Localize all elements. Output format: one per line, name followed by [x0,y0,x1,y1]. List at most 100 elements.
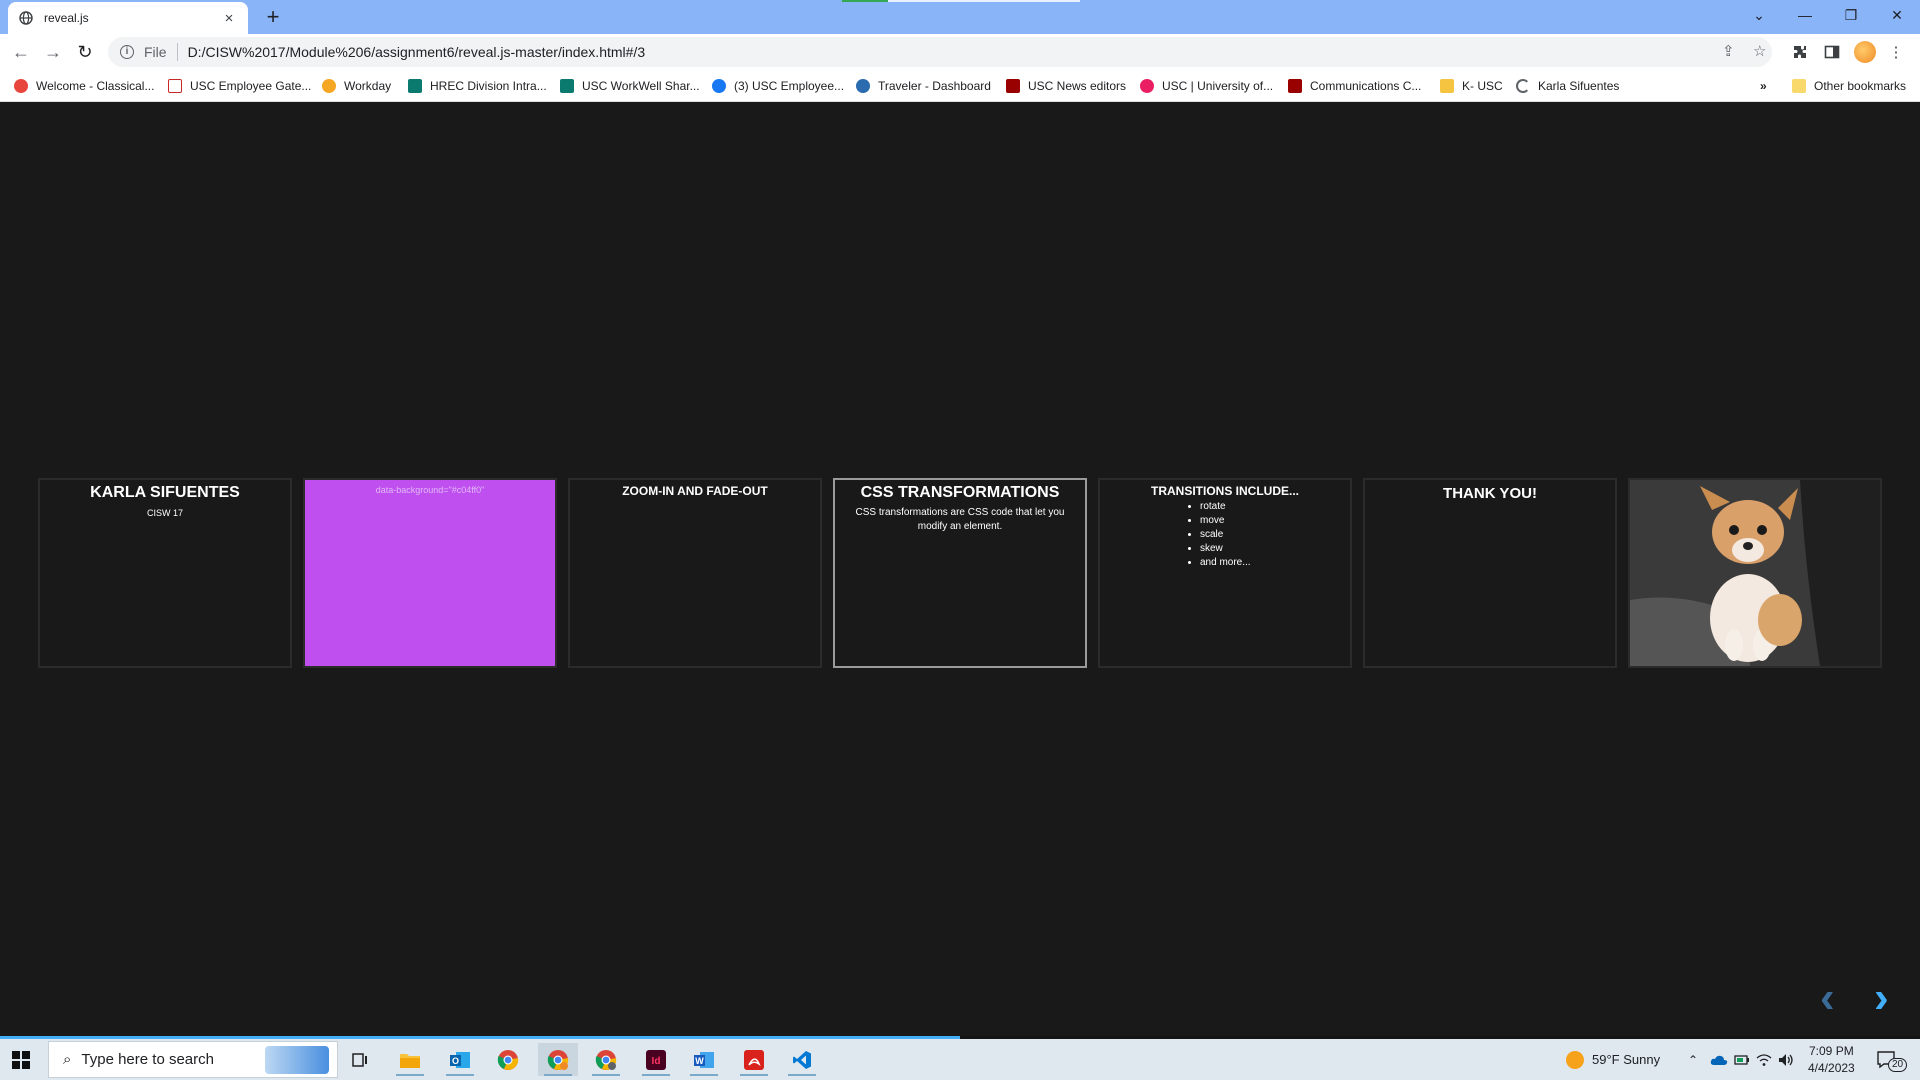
taskbar-search-box[interactable]: ⌕ Type here to search [48,1041,338,1078]
bookmark-favicon [712,79,726,93]
next-slide-control[interactable]: › [1874,976,1889,1020]
bookmark-item[interactable]: Welcome - Classical... [14,76,154,96]
slide-thumbnail-6[interactable]: THANK YOU! [1363,478,1617,668]
profile-avatar[interactable] [1854,41,1876,63]
vscode-icon[interactable] [782,1043,822,1076]
bookmark-label: Welcome - Classical... [36,79,155,93]
minimize-button[interactable]: — [1782,0,1828,30]
bookmark-label: (3) USC Employee... [734,79,845,93]
share-icon[interactable]: ⇪ [1722,42,1735,60]
tab-revealjs[interactable]: reveal.js × [8,2,248,34]
other-bookmarks-folder[interactable]: Other bookmarks [1792,76,1906,96]
bookmark-item[interactable]: USC News editors [1006,76,1126,96]
chrome-icon[interactable] [488,1043,528,1076]
url-separator [176,43,178,61]
extensions-icon[interactable] [1790,42,1810,62]
reveal-overview: KARLA SIFUENTES CISW 17 data-background=… [0,102,1920,1039]
bookmark-favicon [408,79,422,93]
bookmark-item[interactable]: USC | University of... [1140,76,1273,96]
bookmark-item[interactable]: Workday [322,76,391,96]
clock-time: 7:09 PM [1809,1043,1854,1058]
windows-start-icon[interactable] [12,1051,30,1069]
tab-search-icon[interactable]: ⌄ [1736,0,1782,30]
site-info-icon[interactable]: i [120,45,134,59]
tab-title: reveal.js [44,11,89,25]
list-item: scale [1200,528,1350,542]
chrome-profile-2-icon[interactable] [586,1043,626,1076]
slide-title: ZOOM-IN AND FADE-OUT [622,484,768,498]
notification-center[interactable]: 20 [1876,1039,1908,1080]
outlook-icon[interactable]: O [440,1043,480,1076]
new-tab-button[interactable]: + [260,5,286,31]
bookmark-favicon [14,79,28,93]
reload-button[interactable]: ↻ [72,39,98,65]
app-running-indicator [396,1074,424,1076]
bookmark-label: USC WorkWell Shar... [582,79,700,93]
word-icon[interactable]: W [684,1043,724,1076]
bookmark-favicon [856,79,870,93]
chrome-profile-icon[interactable] [538,1043,578,1076]
url-text[interactable]: D:/CISW%2017/Module%206/assignment6/reve… [188,44,646,60]
network-icon[interactable] [1756,1039,1772,1080]
file-explorer-icon[interactable] [390,1043,430,1076]
close-window-button[interactable]: ✕ [1874,0,1920,30]
sun-icon [1566,1050,1584,1069]
weather-widget[interactable]: 59°F Sunny [1566,1039,1660,1080]
app-running-indicator [544,1074,572,1076]
restore-button[interactable]: ❐ [1828,0,1874,30]
slide-title: KARLA SIFUENTES [90,484,240,501]
close-tab-icon[interactable]: × [220,10,238,27]
bookmark-label: USC | University of... [1162,79,1274,93]
slide-thumbnail-1[interactable]: KARLA SIFUENTES CISW 17 [38,478,292,668]
battery-icon[interactable] [1734,1039,1750,1080]
bookmark-item[interactable]: HREC Division Intra... [408,76,547,96]
bookmark-favicon [1516,79,1530,93]
bookmarks-overflow-icon[interactable]: » [1760,76,1767,96]
side-panel-icon[interactable] [1822,42,1842,62]
clock[interactable]: 7:09 PM 4/4/2023 [1808,1039,1855,1080]
forward-button[interactable]: → [40,39,66,65]
slide-thumbnail-7[interactable] [1628,478,1882,668]
app-running-indicator [690,1074,718,1076]
slide-title: THANK YOU! [1443,485,1537,502]
bookmark-item[interactable]: (3) USC Employee... [712,76,844,96]
task-view-icon[interactable] [340,1043,380,1076]
bookmark-item[interactable]: K- USC [1440,76,1503,96]
tray-overflow-icon[interactable]: ⌃ [1688,1039,1698,1080]
bookmark-label: USC News editors [1028,79,1127,93]
bookmark-item[interactable]: USC WorkWell Shar... [560,76,700,96]
list-item: move [1200,514,1350,528]
bookmark-label: K- USC [1462,79,1503,93]
volume-icon[interactable] [1778,1039,1794,1080]
clock-date: 4/4/2023 [1808,1060,1855,1075]
app-running-indicator [788,1074,816,1076]
svg-text:W: W [695,1056,704,1066]
onedrive-icon[interactable] [1710,1039,1728,1080]
bookmarks-bar: Welcome - Classical... USC Employee Gate… [0,70,1920,102]
browser-toolbar: ← → ↻ i File D:/CISW%2017/Module%206/ass… [0,34,1920,70]
indesign-icon[interactable]: Id [636,1043,676,1076]
slide-thumbnail-3[interactable]: ZOOM-IN AND FADE-OUT [568,478,822,668]
bookmark-item[interactable]: USC Employee Gate... [168,76,311,96]
acrobat-icon[interactable] [734,1043,774,1076]
bookmark-item[interactable]: Communications C... [1288,76,1421,96]
back-button[interactable]: ← [8,39,34,65]
slide-thumbnail-2[interactable]: data-background="#c04ff0" [303,478,557,668]
prev-slide-control[interactable]: ‹ [1820,976,1835,1020]
address-bar[interactable]: i File D:/CISW%2017/Module%206/assignmen… [108,37,1772,67]
slide-background-hint: data-background="#c04ff0" [375,485,485,495]
list-item: and more... [1200,556,1350,570]
slide-title: TRANSITIONS INCLUDE... [1150,484,1299,498]
slide-thumbnail-5[interactable]: TRANSITIONS INCLUDE... rotate move scale… [1098,478,1352,668]
bookmark-item[interactable]: Traveler - Dashboard [856,76,991,96]
app-running-indicator [446,1074,474,1076]
bookmark-item[interactable]: Karla Sifuentes [1516,76,1619,96]
bookmark-favicon [168,79,182,93]
bookmark-star-icon[interactable]: ☆ [1753,42,1766,60]
url-scheme: File [144,44,167,60]
search-icon: ⌕ [63,1051,72,1068]
bookmark-favicon [560,79,574,93]
svg-text:Id: Id [652,1056,661,1067]
menu-kebab-icon[interactable]: ⋮ [1886,42,1906,62]
slide-thumbnail-4-current[interactable]: CSS TRANSFORMATIONS CSS transformations … [833,478,1087,668]
